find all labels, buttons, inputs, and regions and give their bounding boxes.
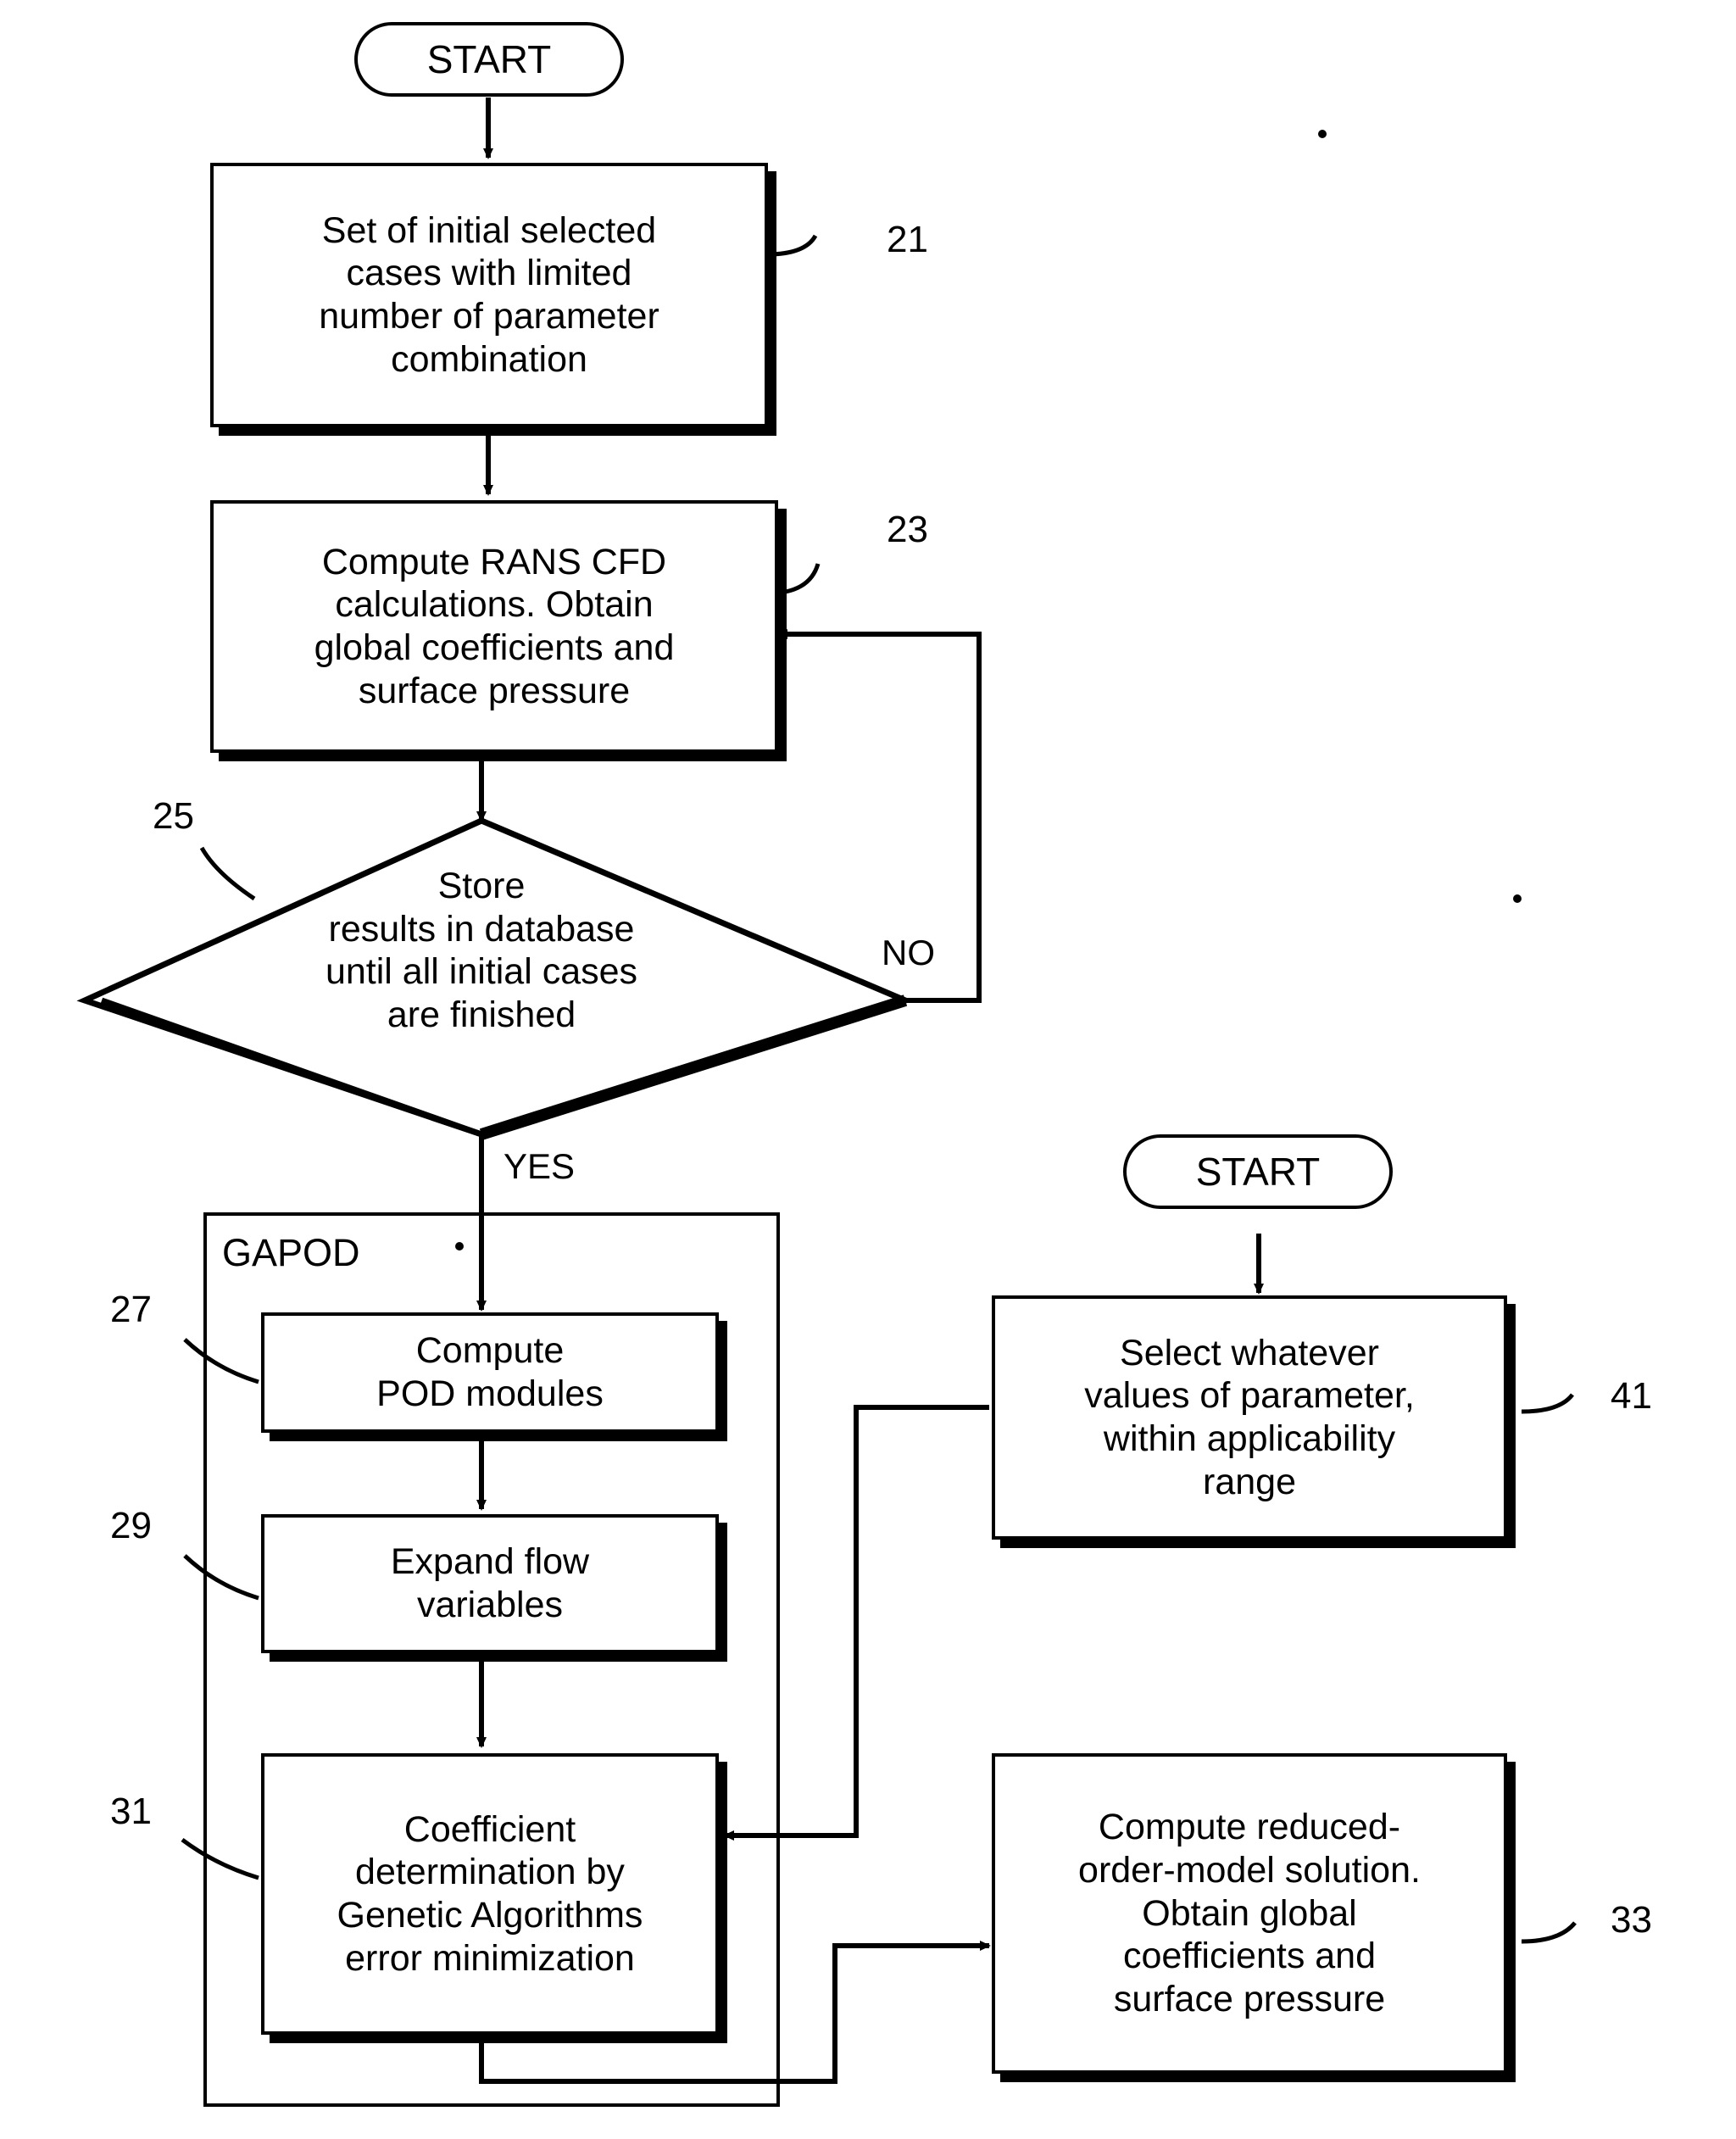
gapod-group-label: GAPOD bbox=[222, 1231, 360, 1274]
node-29-label: Expand flow variables bbox=[390, 1541, 590, 1625]
node-31-label: Coefficient determination by Genetic Alg… bbox=[337, 1808, 643, 1979]
node-start-left[interactable]: START bbox=[354, 22, 624, 97]
reference-number-33: 33 bbox=[1611, 1899, 1652, 1941]
node-41[interactable]: Select whatever values of parameter, wit… bbox=[992, 1295, 1507, 1540]
node-33-label: Compute reduced- order-model solution. O… bbox=[1078, 1807, 1421, 2020]
node-27[interactable]: Compute POD modules bbox=[261, 1312, 719, 1433]
node-23[interactable]: Compute RANS CFD calculations. Obtain gl… bbox=[210, 500, 778, 753]
node-27-label: Compute POD modules bbox=[376, 1330, 604, 1414]
node-23-label: Compute RANS CFD calculations. Obtain gl… bbox=[314, 541, 675, 711]
reference-number-23: 23 bbox=[887, 509, 928, 550]
flowchart-canvas: GAPOD START START Set of initial selecte… bbox=[0, 0, 1736, 2139]
node-start-right-label: START bbox=[1195, 1149, 1321, 1194]
node-29[interactable]: Expand flow variables bbox=[261, 1514, 719, 1653]
edge-label-no: NO bbox=[882, 933, 935, 972]
node-start-left-label: START bbox=[426, 36, 552, 81]
node-33[interactable]: Compute reduced- order-model solution. O… bbox=[992, 1753, 1507, 2074]
reference-number-29: 29 bbox=[110, 1505, 152, 1546]
node-21-label: Set of initial selected cases with limit… bbox=[319, 209, 659, 380]
node-31[interactable]: Coefficient determination by Genetic Alg… bbox=[261, 1753, 719, 2035]
reference-number-25: 25 bbox=[153, 795, 194, 837]
edge-label-yes: YES bbox=[504, 1146, 576, 1186]
reference-number-21: 21 bbox=[887, 219, 928, 260]
node-41-label: Select whatever values of parameter, wit… bbox=[1084, 1332, 1415, 1502]
node-start-right[interactable]: START bbox=[1123, 1134, 1393, 1209]
reference-number-31: 31 bbox=[110, 1791, 152, 1832]
reference-number-27: 27 bbox=[110, 1289, 152, 1330]
reference-number-41: 41 bbox=[1611, 1375, 1652, 1417]
node-21[interactable]: Set of initial selected cases with limit… bbox=[210, 163, 768, 427]
node-25-label: Store results in database until all init… bbox=[325, 866, 638, 1036]
